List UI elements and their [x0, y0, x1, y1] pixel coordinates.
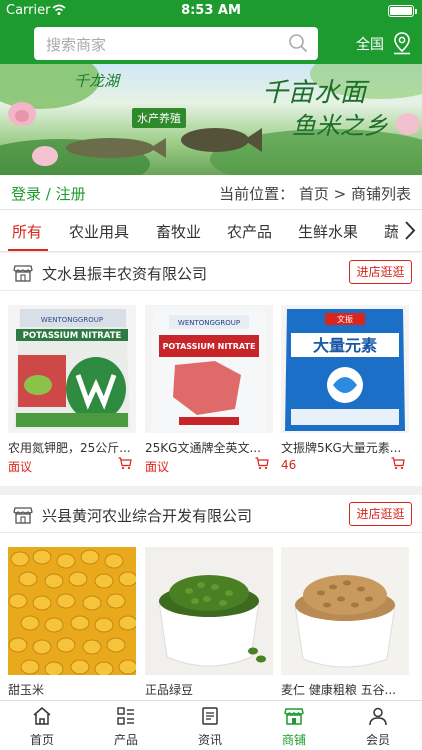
- search-placeholder: 搜索商家: [46, 36, 107, 54]
- battery-icon: [388, 5, 417, 17]
- promo-banner[interactable]: 千龙湖 水产养殖 千亩水面 鱼米之乡: [0, 64, 422, 175]
- status-bar: Carrier 8:53 AM: [0, 0, 422, 22]
- fertilizer-bag-image: POTASSIUM NITRATE WENTONGGROUP: [8, 305, 136, 433]
- corn-kernels-image: [8, 547, 136, 675]
- tab-label: 资讯: [197, 733, 222, 747]
- wheat-grains-image: [281, 547, 409, 675]
- bag2-brand-text: WENTONGGROUP: [178, 319, 240, 327]
- tab-vegetables[interactable]: 蔬: [384, 221, 399, 242]
- shop-header: 兴县黄河农业综合开发有限公司 进店逛逛: [0, 495, 422, 533]
- categories-more-button[interactable]: [398, 210, 422, 251]
- tab-livestock[interactable]: 畜牧业: [156, 221, 201, 242]
- user-icon: [369, 707, 387, 726]
- product-card[interactable]: 文振 大量元素 文振牌5KG大量元素... 46: [281, 305, 409, 475]
- shop-name[interactable]: 兴县黄河农业综合开发有限公司: [42, 505, 252, 526]
- search-input[interactable]: 搜索商家: [34, 27, 318, 60]
- enter-shop-button[interactable]: 进店逛逛: [349, 260, 412, 284]
- location-pin-icon[interactable]: [391, 31, 413, 55]
- enter-shop-button[interactable]: 进店逛逛: [349, 502, 412, 526]
- product-card[interactable]: 正品绿豆: [145, 547, 273, 697]
- product-title[interactable]: 甜玉米: [8, 681, 136, 698]
- product-card[interactable]: POTASSIUM NITRATE WENTONGGROUP 农用氮钾肥，25公…: [8, 305, 136, 475]
- bottom-tab-bar: 首页 产品 资讯 商铺 会员: [0, 700, 422, 750]
- tab-label: 首页: [29, 733, 54, 747]
- shop-header: 文水县振丰农资有限公司 进店逛逛: [0, 253, 422, 291]
- product-image[interactable]: [281, 547, 409, 675]
- banner-slogan-2: 鱼米之乡: [292, 112, 388, 140]
- bag2-name-text: POTASSIUM NITRATE: [163, 342, 256, 351]
- bag3-name-text: 大量元素: [313, 336, 377, 355]
- store-icon: [13, 507, 33, 524]
- chevron-right-icon: [405, 221, 416, 240]
- fertilizer-bag-image: WENTONGGROUP POTASSIUM NITRATE: [145, 305, 273, 433]
- tab-agri-products[interactable]: 农产品: [227, 221, 272, 242]
- product-image[interactable]: 文振 大量元素: [281, 305, 409, 433]
- mung-beans-image: [145, 547, 273, 675]
- product-title[interactable]: 25KG文通牌全英文...: [145, 439, 273, 456]
- product-price: 面议: [8, 460, 33, 474]
- fertilizer-bag-image: 文振 大量元素: [281, 305, 409, 433]
- tab-news[interactable]: 资讯: [168, 701, 252, 750]
- tab-label: 产品: [113, 733, 138, 747]
- breadcrumb-bar: 登录 / 注册 当前位置： 首页 > 商铺列表: [0, 175, 422, 209]
- banner-logo-text: 千龙湖: [74, 72, 120, 90]
- tab-home[interactable]: 首页: [0, 701, 84, 750]
- product-image[interactable]: WENTONGGROUP POTASSIUM NITRATE: [145, 305, 273, 433]
- shop-card: 文水县振丰农资有限公司 进店逛逛 POTASSIUM NITRATE WENTO…: [0, 253, 422, 486]
- banner-slogan-1: 千亩水面: [262, 78, 367, 108]
- login-register-link[interactable]: 登录 / 注册: [11, 183, 86, 204]
- cart-icon[interactable]: [255, 457, 269, 470]
- product-card[interactable]: WENTONGGROUP POTASSIUM NITRATE 25KG文通牌全英…: [145, 305, 273, 475]
- tab-label: 会员: [365, 733, 390, 747]
- bag1-name-text: POTASSIUM NITRATE: [23, 331, 122, 341]
- tab-member[interactable]: 会员: [336, 701, 420, 750]
- search-icon[interactable]: [288, 33, 308, 53]
- product-image[interactable]: POTASSIUM NITRATE WENTONGGROUP: [8, 305, 136, 433]
- grid-list-icon: [117, 707, 134, 725]
- bag1-brand-text: WENTONGGROUP: [41, 316, 103, 324]
- top-bar: Carrier 8:53 AM 搜索商家 全国: [0, 0, 422, 64]
- product-price: 面议: [145, 460, 170, 474]
- clock: 8:53 AM: [181, 3, 241, 18]
- tab-products[interactable]: 产品: [84, 701, 168, 750]
- product-title[interactable]: 农用氮钾肥，25公斤...: [8, 439, 136, 456]
- shop-name[interactable]: 文水县振丰农资有限公司: [42, 263, 207, 284]
- cart-icon[interactable]: [391, 457, 405, 470]
- product-image[interactable]: [145, 547, 273, 675]
- product-card[interactable]: 麦仁 健康粗粮 五谷...: [281, 547, 409, 697]
- shop-card: 兴县黄河农业综合开发有限公司 进店逛逛 甜玉米 正品绿豆 麦仁 健康粗粮 五谷.…: [0, 495, 422, 700]
- store-icon: [13, 265, 33, 282]
- store-icon: [284, 708, 304, 725]
- active-tab-indicator: [8, 249, 48, 251]
- tab-fresh-fruit[interactable]: 生鲜水果: [298, 221, 358, 242]
- cart-icon[interactable]: [118, 457, 132, 470]
- tab-all[interactable]: 所有: [12, 221, 42, 242]
- product-title[interactable]: 麦仁 健康粗粮 五谷...: [281, 681, 409, 698]
- product-title[interactable]: 正品绿豆: [145, 681, 273, 698]
- banner-logo-sub: 水产养殖: [132, 108, 186, 128]
- home-icon: [33, 707, 51, 725]
- product-image[interactable]: [8, 547, 136, 675]
- bag3-brand-text: 文振: [337, 314, 353, 324]
- product-price: 46: [281, 458, 297, 472]
- tab-stores[interactable]: 商铺: [252, 701, 336, 750]
- category-tabs: 所有 农业用具 畜牧业 农产品 生鲜水果 蔬: [0, 209, 422, 252]
- news-icon: [202, 707, 218, 725]
- breadcrumb: 当前位置： 首页 > 商铺列表: [219, 185, 411, 203]
- tab-label: 商铺: [281, 733, 306, 747]
- region-selector[interactable]: 全国: [356, 34, 384, 54]
- product-card[interactable]: 甜玉米: [8, 547, 136, 697]
- product-title[interactable]: 文振牌5KG大量元素...: [281, 439, 409, 456]
- tab-farm-tools[interactable]: 农业用具: [69, 221, 129, 242]
